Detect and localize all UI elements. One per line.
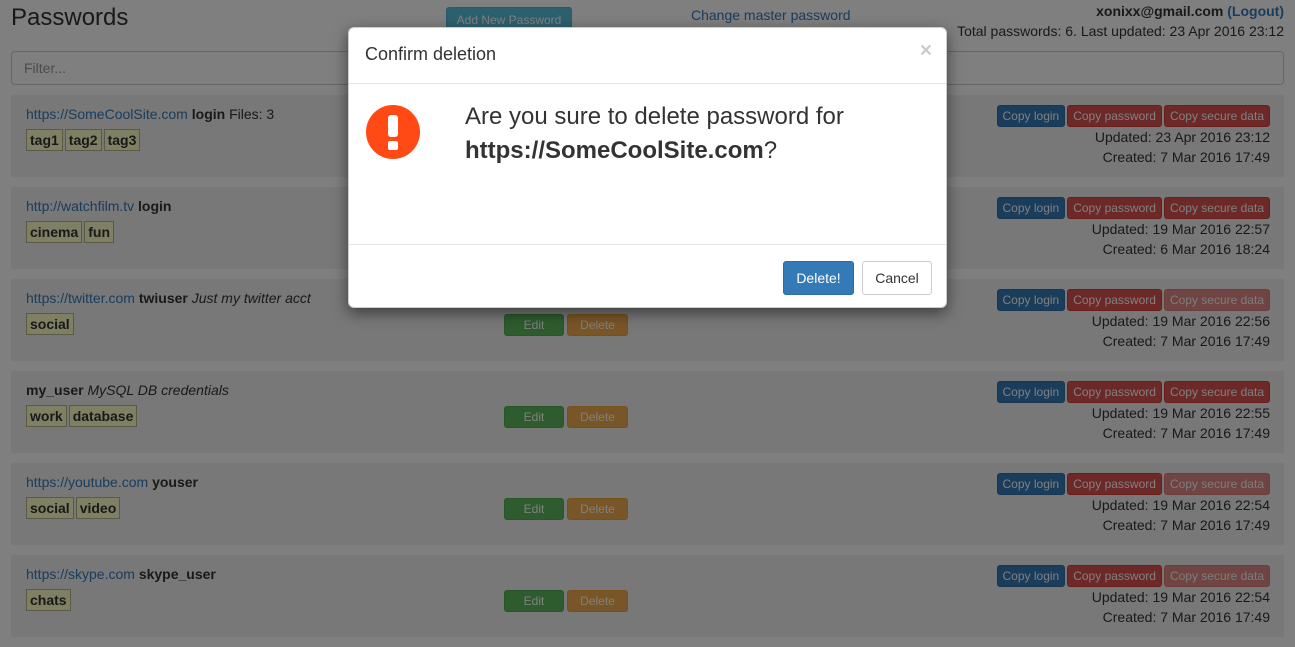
message-prefix: Are you sure to delete password for: [465, 103, 844, 130]
modal-message: Are you sure to delete password for https…: [465, 100, 925, 168]
modal-header: Confirm deletion ×: [349, 28, 946, 84]
message-suffix: ?: [763, 137, 778, 164]
confirm-deletion-dialog: Confirm deletion × Are you sure to delet…: [348, 27, 947, 308]
delete-target: https://SomeCoolSite.com: [465, 137, 764, 164]
modal-title: Confirm deletion: [365, 44, 497, 64]
close-icon[interactable]: ×: [920, 40, 932, 61]
confirm-delete-button[interactable]: Delete!: [783, 261, 854, 295]
exclamation-circle-icon: [366, 105, 420, 159]
cancel-button[interactable]: Cancel: [862, 261, 932, 295]
modal-footer: Delete! Cancel: [349, 244, 946, 308]
modal-body: Are you sure to delete password for https…: [349, 84, 946, 244]
